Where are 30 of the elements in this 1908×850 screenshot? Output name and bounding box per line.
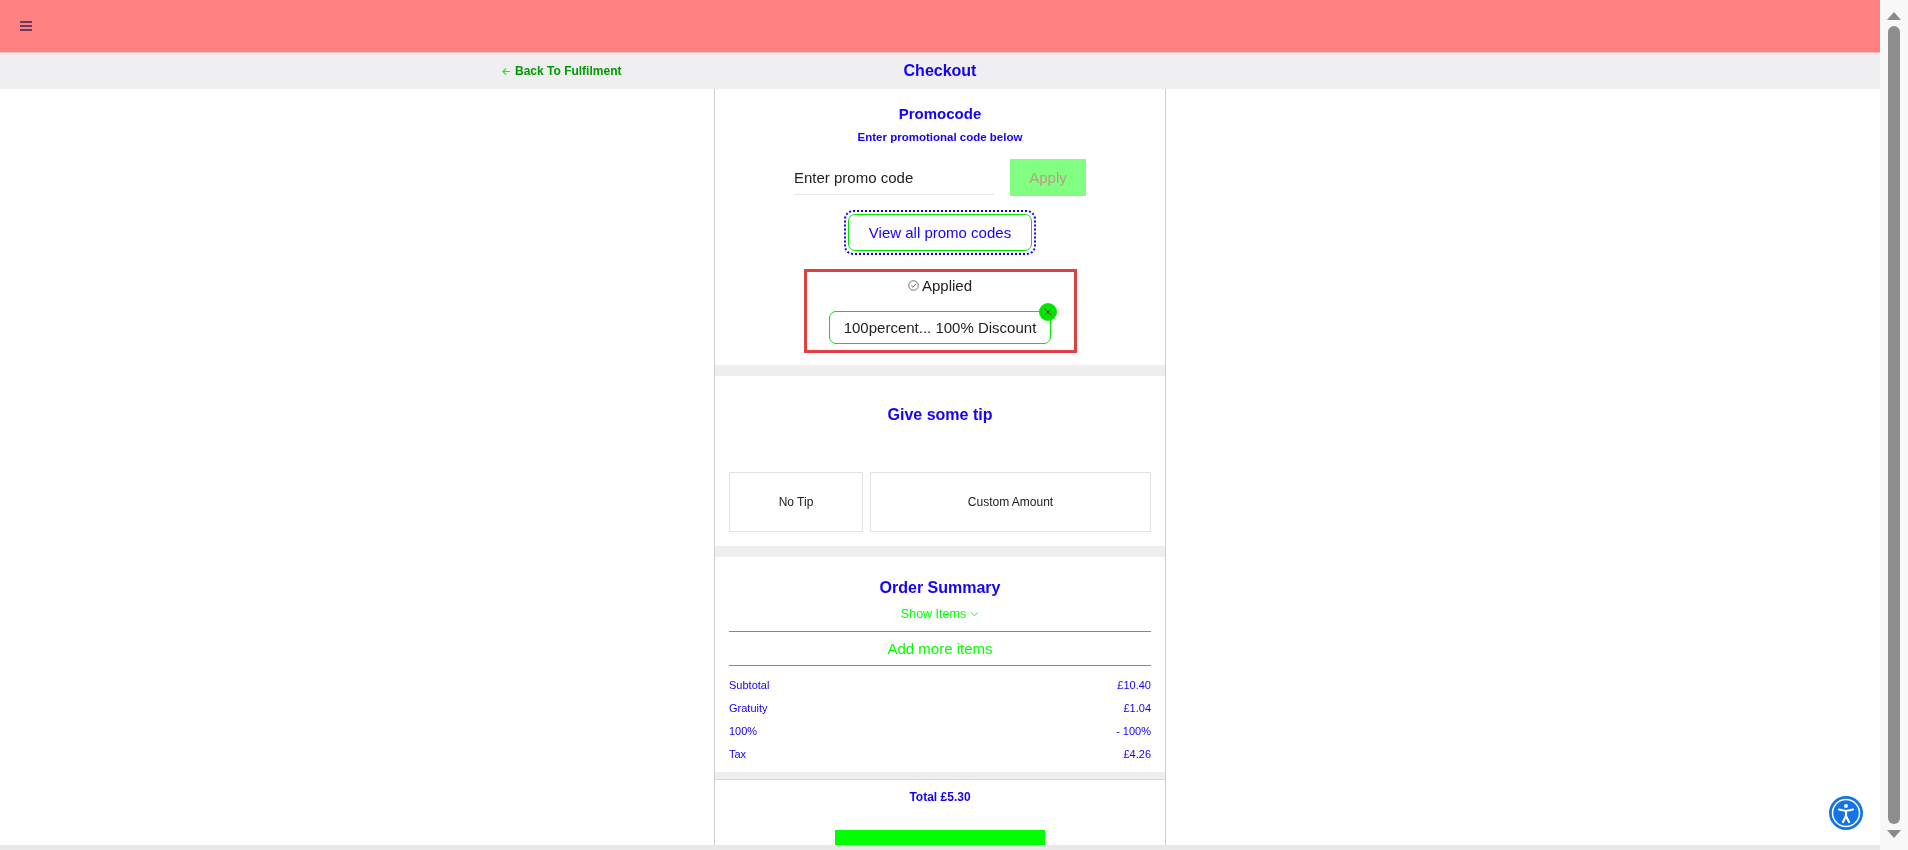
summary-label: 100% (729, 725, 758, 738)
summary-value: £10.40 (1117, 679, 1151, 692)
scrollbar-thumb[interactable] (1888, 26, 1900, 824)
summary-value: £4.26 (1123, 748, 1151, 761)
section-title: Promocode (898, 105, 982, 122)
section-title: Order Summary (878, 578, 1002, 597)
summary-value: - 100% (1116, 725, 1151, 738)
section-subtitle: Enter promotional code below (857, 131, 1023, 143)
remove-icon[interactable] (1039, 303, 1058, 321)
summary-label: Tax (729, 748, 747, 761)
back-link[interactable]: Back To Fulfilment (502, 64, 622, 78)
page-title: Checkout (903, 62, 977, 80)
summary-label: Subtotal (729, 679, 770, 692)
menu-icon[interactable] (20, 21, 32, 31)
tip-option[interactable]: No Tip (729, 471, 863, 532)
scroll-up-icon[interactable] (1887, 12, 1901, 20)
chevron-down-icon (970, 610, 980, 617)
arrow-left-icon (502, 66, 511, 76)
scroll-down-icon[interactable] (1887, 830, 1901, 838)
view-all-promo-codes-button[interactable]: View all promo codes (843, 210, 1037, 255)
tip-option[interactable]: Custom Amount (870, 471, 1151, 532)
checkout-button[interactable] (835, 830, 1045, 845)
scrollbar[interactable] (1880, 0, 1908, 850)
check-circle-icon (907, 280, 919, 291)
accessibility-button[interactable] (1828, 795, 1864, 831)
section-title: Give some tip (887, 405, 993, 424)
applied-status: Applied (921, 277, 972, 294)
summary-value: £1.04 (1123, 702, 1151, 715)
summary-label: Gratuity (729, 702, 768, 715)
order-total: Total £5.30 (908, 789, 972, 807)
